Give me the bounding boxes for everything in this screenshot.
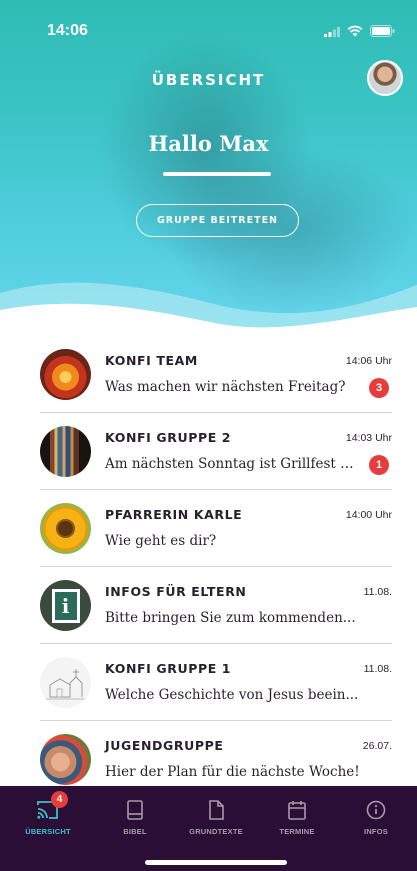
church-sketch-image — [40, 657, 91, 708]
chat-message: Was machen wir nächsten Freitag? — [105, 379, 346, 395]
info-sign-image: i — [40, 580, 91, 631]
tab-label: ÜBERSICHT — [25, 827, 71, 836]
tab-bibel[interactable]: BIBEL — [100, 786, 170, 846]
chat-name: KONFI TEAM — [105, 353, 198, 368]
hands-image — [40, 734, 91, 785]
tab-grundtexte[interactable]: GRUNDTEXTE — [181, 786, 251, 846]
home-indicator — [145, 860, 287, 865]
chat-time: 14:03 Uhr — [345, 432, 392, 444]
chat-name: INFOS FÜR ELTERN — [105, 584, 247, 599]
chat-message: Bitte bringen Sie zum kommenden... — [105, 610, 356, 626]
status-time: 14:06 — [47, 22, 88, 39]
chat-time: 26.07. — [362, 740, 392, 752]
tab-label: BIBEL — [123, 827, 147, 836]
greeting-underline — [163, 172, 271, 176]
chat-name: PFARRERIN KARLE — [105, 507, 243, 522]
info-sign-icon: i — [51, 588, 80, 623]
chat-item-infos-fuer-eltern[interactable]: i INFOS FÜR ELTERN 11.08. Bitte bringen … — [0, 566, 417, 644]
tab-bar: ÜBERSICHT 4 BIBEL GRUNDTEXTE TERMINE INF… — [0, 786, 417, 871]
tab-label: GRUNDTEXTE — [189, 827, 243, 836]
tab-badge: 4 — [51, 791, 68, 808]
chat-item-konfi-team[interactable]: KONFI TEAM 14:06 Uhr Was machen wir näch… — [0, 335, 417, 413]
chat-message: Wie geht es dir? — [105, 533, 217, 549]
church-icon — [44, 669, 87, 700]
chat-message: Welche Geschichte von Jesus beein... — [105, 687, 359, 703]
lantern-image — [40, 349, 91, 400]
wifi-icon — [347, 25, 363, 37]
church-window-image — [40, 426, 91, 477]
greeting-text: Hallo Max — [148, 131, 269, 156]
chat-name: KONFI GRUPPE 2 — [105, 430, 232, 445]
info-icon — [366, 800, 386, 820]
chat-item-pfarrerin-karle[interactable]: PFARRERIN KARLE 14:00 Uhr Wie geht es di… — [0, 489, 417, 567]
status-icons — [324, 25, 395, 37]
tab-label: TERMINE — [279, 827, 315, 836]
chat-item-konfi-gruppe-1[interactable]: KONFI GRUPPE 1 11.08. Welche Geschichte … — [0, 643, 417, 721]
signal-icon — [324, 26, 340, 37]
tab-label: INFOS — [364, 827, 388, 836]
sunflower-image — [40, 503, 91, 554]
chat-item-konfi-gruppe-2[interactable]: KONFI GRUPPE 2 14:03 Uhr Am nächsten Son… — [0, 412, 417, 490]
chat-message: Am nächsten Sonntag ist Grillfest n... — [105, 456, 360, 472]
tab-infos[interactable]: INFOS — [341, 786, 411, 846]
document-icon — [209, 800, 224, 820]
tab-termine[interactable]: TERMINE — [262, 786, 332, 846]
hero-wave — [0, 282, 417, 345]
unread-badge: 1 — [369, 455, 389, 475]
chat-name: JUGENDGRUPPE — [105, 738, 224, 753]
tab-uebersicht[interactable]: ÜBERSICHT 4 — [13, 786, 83, 846]
battery-icon — [370, 25, 395, 37]
book-icon — [127, 800, 143, 820]
chat-name: KONFI GRUPPE 1 — [105, 661, 232, 676]
unread-badge: 3 — [369, 378, 389, 398]
chat-time: 14:00 Uhr — [345, 509, 392, 521]
chat-message: Hier der Plan für die nächste Woche! — [105, 764, 360, 780]
calendar-icon — [288, 801, 306, 820]
chat-time: 11.08. — [363, 663, 392, 675]
chat-time: 14:06 Uhr — [345, 355, 392, 367]
chat-time: 11.08. — [363, 586, 392, 598]
join-group-button[interactable]: GRUPPE BEITRETEN — [136, 204, 299, 237]
profile-avatar[interactable] — [367, 60, 403, 96]
page-title: ÜBERSICHT — [151, 71, 266, 89]
